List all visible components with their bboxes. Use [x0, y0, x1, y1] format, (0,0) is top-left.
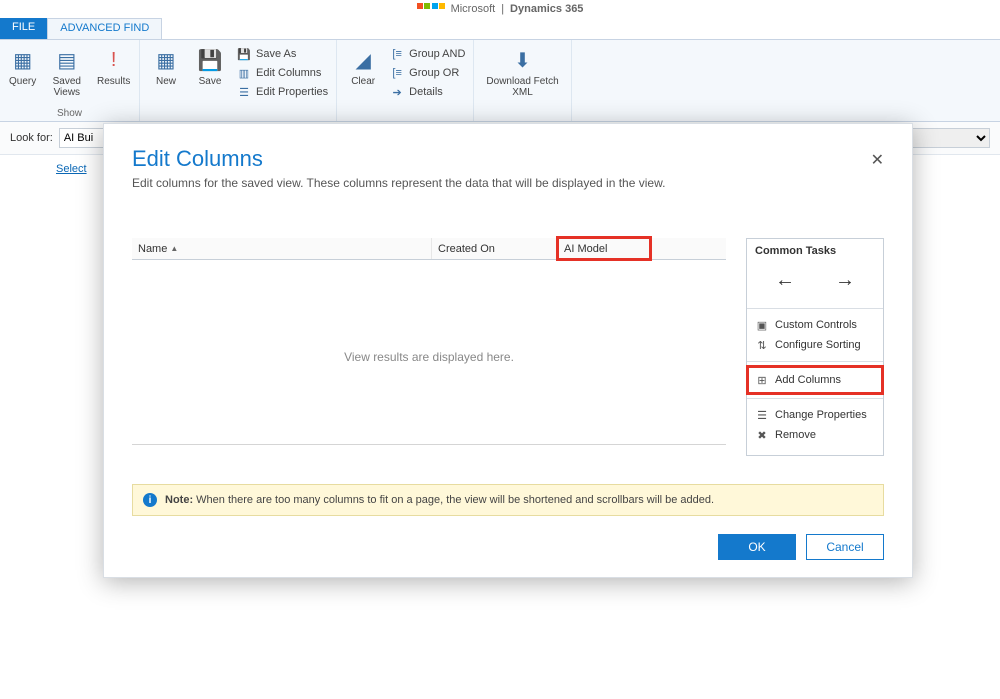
task-configure-sorting[interactable]: ⇅ Configure Sorting — [755, 335, 875, 355]
details-button[interactable]: ➔ Details — [389, 84, 443, 100]
download-fetch-xml-button[interactable]: ⬇ Download Fetch XML — [482, 44, 562, 100]
look-for-label: Look for: — [10, 132, 53, 144]
sort-asc-icon: ▲ — [170, 244, 178, 253]
controls-icon: ▣ — [755, 318, 769, 332]
microsoft-logo-icon — [417, 3, 445, 15]
column-header-ai-model[interactable]: AI Model — [558, 238, 650, 259]
download-icon: ⬇ — [509, 46, 537, 74]
query-button[interactable]: ▦ Query — [5, 44, 41, 100]
save-as-button[interactable]: 💾 Save As — [236, 46, 296, 62]
task-change-properties[interactable]: ☰ Change Properties — [755, 405, 875, 425]
task-custom-controls[interactable]: ▣ Custom Controls — [755, 315, 875, 335]
eraser-icon: ◢ — [349, 46, 377, 74]
move-right-button[interactable]: → — [827, 267, 863, 294]
column-header-created-on[interactable]: Created On — [432, 238, 558, 259]
brand-company: Microsoft — [451, 3, 496, 15]
note-bar: i Note: When there are too many columns … — [132, 484, 884, 516]
group-show-caption: Show — [57, 108, 82, 119]
ribbon: ▦ Query ▤ Saved Views ! Results Show ▦ N… — [0, 40, 1000, 122]
tab-strip: FILE ADVANCED FIND — [0, 18, 1000, 40]
common-tasks-title: Common Tasks — [755, 245, 875, 257]
column-header-name[interactable]: Name ▲ — [132, 238, 432, 259]
clear-button[interactable]: ◢ Clear — [345, 44, 381, 100]
properties-icon: ☰ — [755, 408, 769, 422]
move-left-button[interactable]: ← — [767, 267, 803, 294]
group-and-button[interactable]: [≡ Group AND — [389, 46, 465, 62]
edit-columns-dialog: ✕ Edit Columns Edit columns for the save… — [103, 123, 913, 578]
remove-icon: ✖ — [755, 428, 769, 442]
task-remove[interactable]: ✖ Remove — [755, 425, 875, 445]
sort-icon: ⇅ — [755, 338, 769, 352]
edit-properties-button[interactable]: ☰ Edit Properties — [236, 84, 328, 100]
save-as-icon: 💾 — [236, 46, 252, 62]
dialog-subtitle: Edit columns for the saved view. These c… — [132, 176, 884, 190]
new-button[interactable]: ▦ New — [148, 44, 184, 100]
new-icon: ▦ — [152, 46, 180, 74]
common-tasks-panel: Common Tasks ← → ▣ Custom Controls ⇅ Con… — [746, 238, 884, 456]
close-icon[interactable]: ✕ — [871, 150, 884, 170]
save-icon: 💾 — [196, 46, 224, 74]
saved-views-icon: ▤ — [53, 46, 81, 74]
bracket-icon: [≡ — [389, 46, 405, 62]
column-headers: Name ▲ Created On AI Model — [132, 238, 726, 260]
cancel-button[interactable]: Cancel — [806, 534, 884, 560]
columns-icon: ▥ — [236, 65, 252, 81]
dialog-title: Edit Columns — [132, 146, 884, 172]
save-button[interactable]: 💾 Save — [192, 44, 228, 100]
select-link[interactable]: Select — [0, 155, 87, 175]
ok-button[interactable]: OK — [718, 534, 796, 560]
brand-bar: Microsoft | Dynamics 365 — [0, 0, 1000, 18]
brand-product: Dynamics 365 — [510, 3, 583, 15]
columns-area: Name ▲ Created On AI Model View results … — [132, 238, 726, 456]
tab-advanced-find[interactable]: ADVANCED FIND — [47, 18, 162, 39]
bracket-icon: [≡ — [389, 65, 405, 81]
results-placeholder: View results are displayed here. — [132, 260, 726, 444]
group-or-button[interactable]: [≡ Group OR — [389, 65, 459, 81]
info-icon: i — [143, 493, 157, 507]
table-icon: ▦ — [9, 46, 37, 74]
arrow-right-icon: ➔ — [389, 84, 405, 100]
add-column-icon: ⊞ — [755, 373, 769, 387]
tab-file[interactable]: FILE — [0, 18, 47, 39]
properties-icon: ☰ — [236, 84, 252, 100]
task-add-columns[interactable]: ⊞ Add Columns — [749, 368, 881, 392]
results-button[interactable]: ! Results — [93, 44, 134, 100]
saved-views-button[interactable]: ▤ Saved Views — [49, 44, 85, 100]
edit-columns-button[interactable]: ▥ Edit Columns — [236, 65, 321, 81]
exclamation-icon: ! — [100, 46, 128, 74]
